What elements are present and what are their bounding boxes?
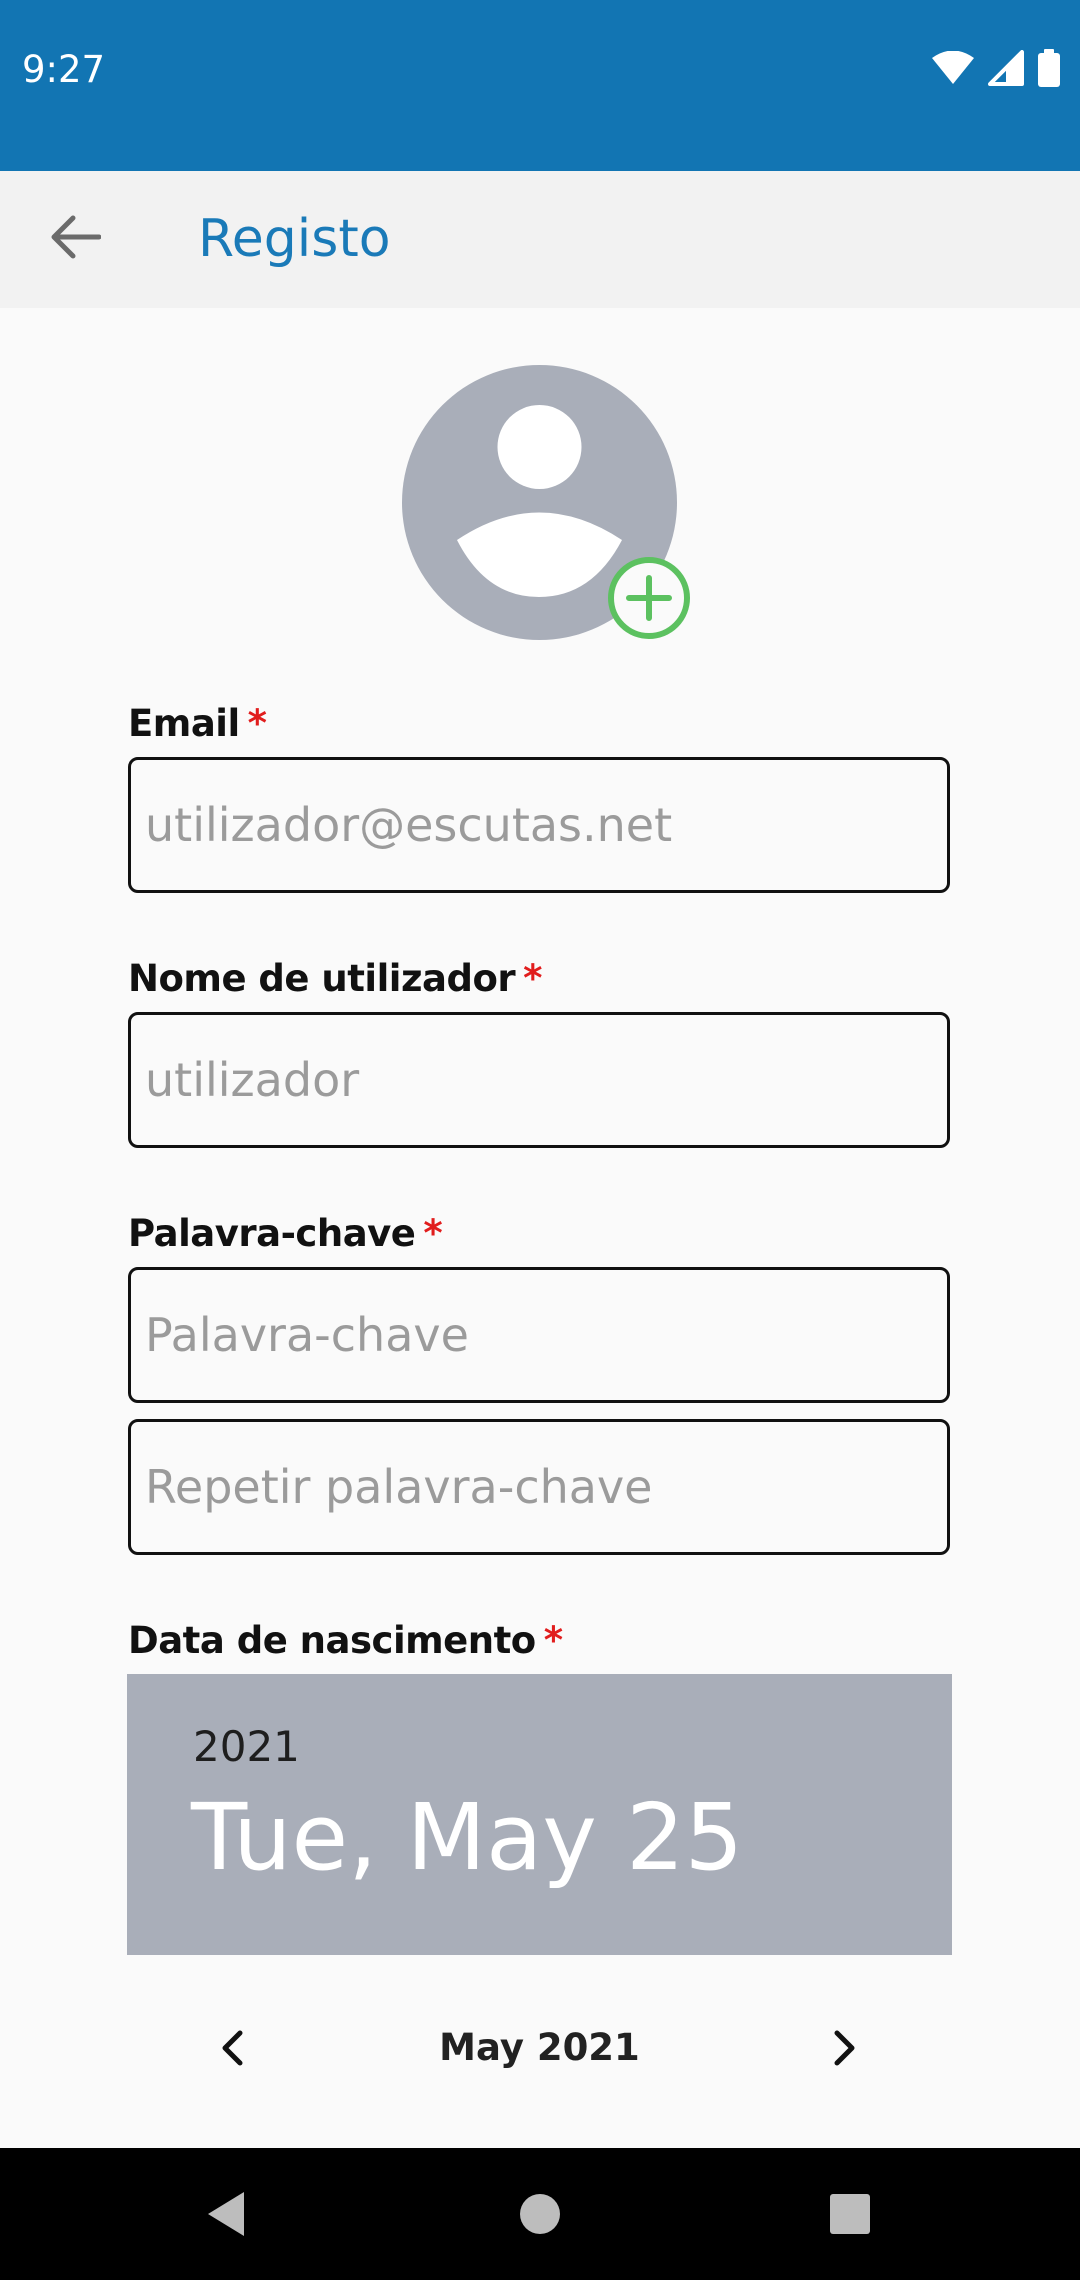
email-label-text: Email bbox=[128, 702, 240, 745]
username-field[interactable] bbox=[128, 1012, 950, 1148]
username-label-text: Nome de utilizador bbox=[128, 957, 516, 1000]
arrow-left-icon bbox=[51, 215, 102, 264]
wifi-icon bbox=[932, 51, 974, 85]
email-field[interactable] bbox=[128, 757, 950, 893]
required-marker: * bbox=[523, 957, 542, 1000]
next-month-button[interactable] bbox=[813, 2018, 877, 2082]
password-label-text: Palavra-chave bbox=[128, 1212, 416, 1255]
chevron-right-icon bbox=[833, 2030, 857, 2071]
nav-recents-icon bbox=[829, 2193, 871, 2240]
page-title: Registo bbox=[198, 209, 391, 269]
status-icons bbox=[932, 48, 1060, 88]
date-picker-header: 2021 Tue, May 25 bbox=[127, 1674, 952, 1955]
required-marker: * bbox=[543, 1619, 563, 1662]
nav-home-button[interactable] bbox=[502, 2178, 578, 2254]
username-label: Nome de utilizador * bbox=[128, 957, 542, 1000]
nav-back-icon bbox=[204, 2190, 248, 2243]
battery-icon bbox=[1038, 49, 1060, 87]
add-photo-button[interactable] bbox=[607, 556, 691, 640]
nav-back-button[interactable] bbox=[188, 2178, 264, 2254]
required-marker: * bbox=[423, 1212, 443, 1255]
email-label: Email * bbox=[128, 702, 267, 745]
month-navigation: May 2021 bbox=[127, 1998, 952, 2102]
back-button[interactable] bbox=[40, 207, 112, 271]
status-bar: 9:27 bbox=[0, 0, 1080, 171]
add-circle-icon bbox=[607, 557, 691, 644]
birthdate-label-text: Data de nascimento bbox=[128, 1619, 536, 1662]
signal-icon bbox=[988, 50, 1024, 86]
birthdate-label: Data de nascimento * bbox=[128, 1619, 563, 1662]
date-picker-selected-date[interactable]: Tue, May 25 bbox=[191, 1784, 743, 1891]
date-picker-year[interactable]: 2021 bbox=[193, 1722, 300, 1771]
app-bar: Registo bbox=[0, 171, 1080, 308]
status-time: 9:27 bbox=[22, 48, 106, 91]
password-field[interactable] bbox=[128, 1267, 950, 1403]
nav-recents-button[interactable] bbox=[812, 2178, 888, 2254]
nav-home-icon bbox=[519, 2193, 561, 2240]
system-navigation-bar bbox=[0, 2148, 1080, 2280]
repeat-password-field[interactable] bbox=[128, 1419, 950, 1555]
required-marker: * bbox=[247, 702, 267, 745]
password-label: Palavra-chave * bbox=[128, 1212, 443, 1255]
